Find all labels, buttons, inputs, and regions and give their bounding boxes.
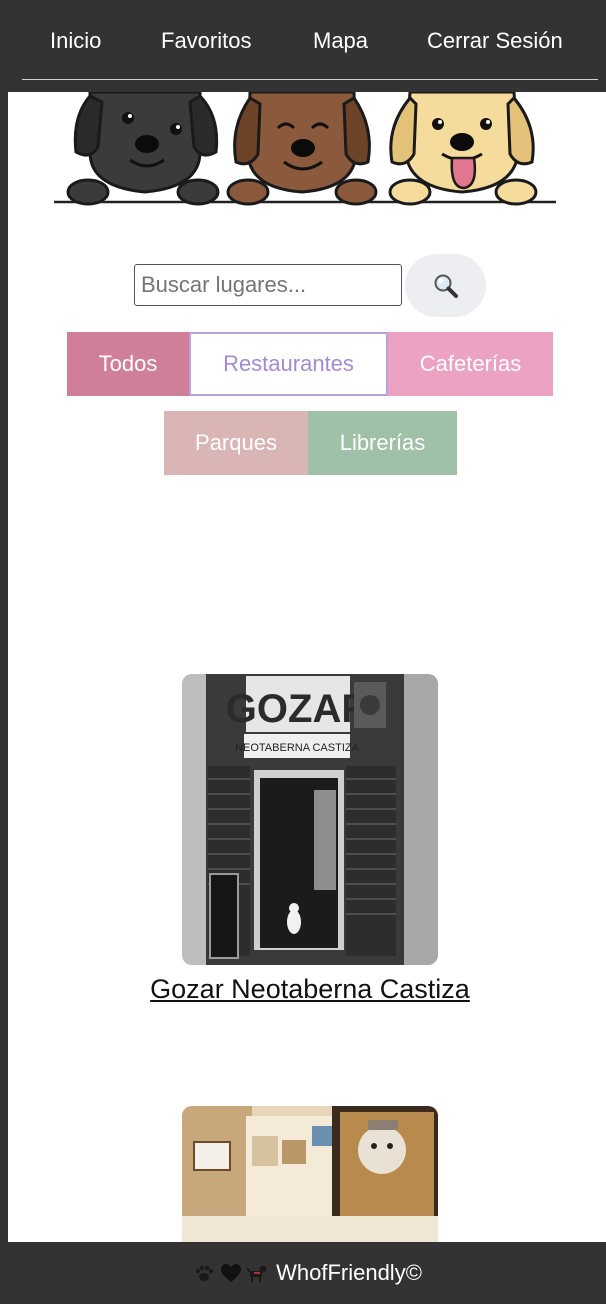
place-image-gozar[interactable]: GOZAR NEOTABERNA CASTIZA: [182, 674, 438, 965]
black-dog-icon: [66, 92, 220, 206]
nav-link-cerrar-sesion[interactable]: Cerrar Sesión: [427, 28, 563, 54]
footer: WhofFriendly©: [8, 1242, 606, 1304]
brown-dog-icon: [226, 92, 378, 206]
top-navbar: Inicio Favoritos Mapa Cerrar Sesión: [8, 0, 606, 92]
footer-icons: [192, 1262, 270, 1284]
nav-divider: [22, 79, 598, 80]
subsign-text: NEOTABERNA CASTIZA: [235, 742, 360, 754]
storefront-photo: GOZAR NEOTABERNA CASTIZA: [182, 674, 438, 965]
search-button[interactable]: [405, 254, 486, 317]
category-button-parques[interactable]: Parques: [164, 411, 308, 475]
interior-photo: [182, 1106, 438, 1256]
search-input[interactable]: [134, 264, 402, 306]
app-frame: Inicio Favoritos Mapa Cerrar Sesión Busc…: [0, 0, 606, 1304]
hero-dogs-banner: [54, 92, 556, 206]
heart-icon: [221, 1264, 242, 1282]
dog-icon: [246, 1265, 267, 1282]
nav-link-favoritos[interactable]: Favoritos: [161, 28, 251, 54]
category-button-restaurantes[interactable]: Restaurantes: [189, 332, 388, 396]
golden-dog-icon: [388, 92, 538, 206]
category-button-cafeterias[interactable]: Cafeterías: [388, 332, 553, 396]
paw-icon: [195, 1265, 214, 1281]
nav-link-mapa[interactable]: Mapa: [313, 28, 368, 54]
left-edge-bar: [0, 0, 8, 1304]
footer-brand-text: WhofFriendly©: [276, 1260, 422, 1285]
magnifier-icon: [434, 274, 458, 298]
nav-link-inicio[interactable]: Inicio: [50, 28, 101, 54]
place-image-second[interactable]: [182, 1106, 438, 1256]
category-button-todos[interactable]: Todos: [67, 332, 189, 396]
category-button-librerias[interactable]: Librerías: [308, 411, 457, 475]
place-title-link[interactable]: Gozar Neotaberna Castiza: [150, 967, 470, 1011]
sign-text: GOZAR: [226, 687, 371, 731]
